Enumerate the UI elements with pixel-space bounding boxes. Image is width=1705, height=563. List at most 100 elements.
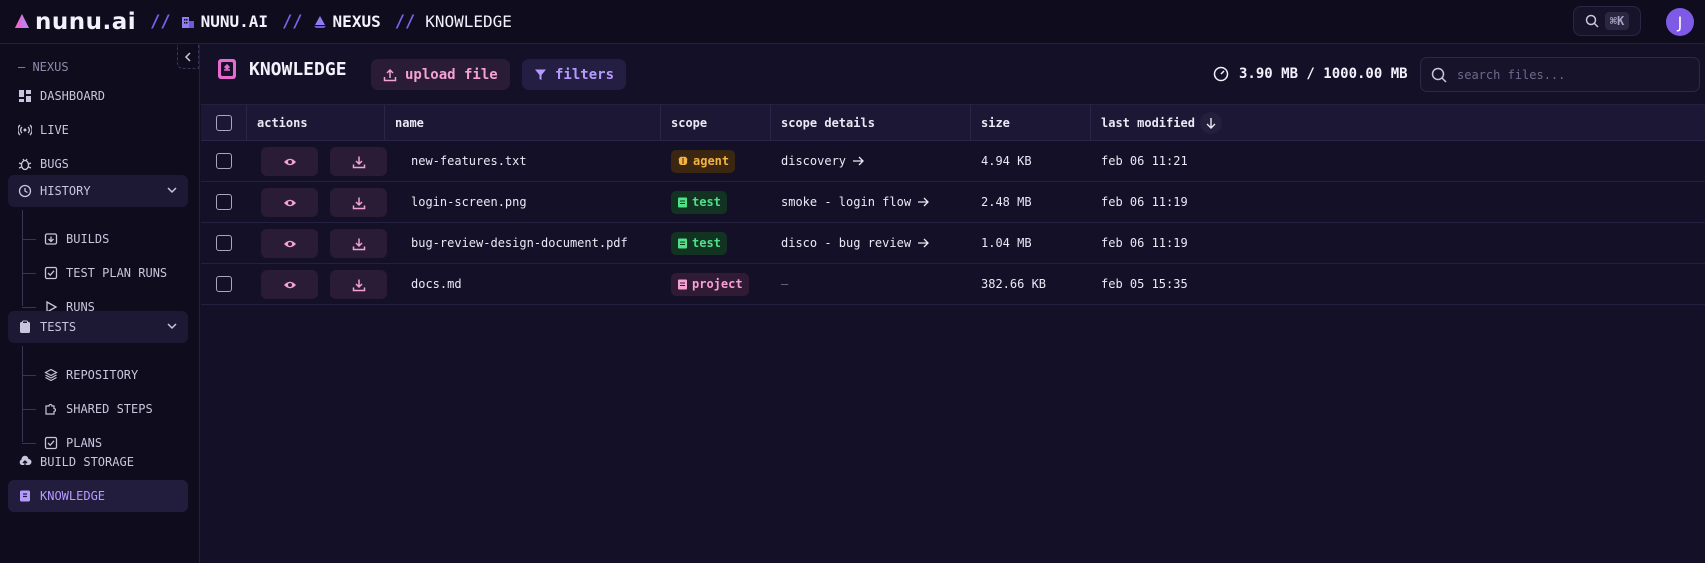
scope-badge: agent [671,149,736,173]
logo[interactable]: nunu.ai [14,9,136,35]
gauge-icon [1213,66,1229,82]
brain-icon [678,156,688,165]
download-file-button[interactable] [330,270,387,299]
table-row[interactable]: login-screen.png test smoke - login flow… [201,182,1705,223]
sidebar-item-dashboard[interactable]: DASHBOARD [8,80,188,112]
breadcrumb-project[interactable]: NEXUS [313,12,381,31]
clipboard-icon [678,279,687,290]
book-icon [20,490,30,502]
download-file-button[interactable] [330,188,387,217]
column-header-scope-details[interactable]: scope details [771,105,971,141]
column-header-actions: actions [247,105,385,141]
eye-icon [283,158,296,165]
column-header-last-modified[interactable]: last modified [1091,105,1231,141]
sidebar-item-test-plan-runs[interactable]: TEST PLAN RUNS [34,257,184,289]
sort-descending-button[interactable] [1199,112,1222,134]
scope-details-empty: — [781,277,789,291]
column-header-name[interactable]: name [385,105,661,141]
select-all-checkbox[interactable] [215,115,232,131]
global-search-button[interactable]: ⌘K [1573,6,1641,36]
checkbox-icon [44,266,58,280]
sidebar-section-label: — NEXUS [18,60,69,74]
scope-details-link[interactable]: smoke - login flow [781,182,929,222]
table-row[interactable]: bug-review-design-document.pdf test disc… [201,223,1705,264]
scope-cell: project [671,264,749,304]
file-name[interactable]: docs.md [411,264,462,304]
sidebar-item-build-storage[interactable]: BUILD STORAGE [8,446,188,478]
download-file-button[interactable] [330,229,387,258]
search-files-input[interactable] [1457,67,1677,82]
search-icon [1431,67,1447,83]
page-title: KNOWLEDGE [217,58,347,80]
sidebar-item-label: SHARED STEPS [66,402,153,416]
chevron-left-icon [184,51,191,62]
scope-badge-label: test [692,236,721,250]
column-header-size[interactable]: size [971,105,1091,141]
scope-details-link[interactable]: disco - bug review [781,223,929,263]
filters-button[interactable]: filters [522,59,627,90]
scope-badge-label: agent [693,154,730,168]
eye-icon [283,199,296,206]
files-table: actions name scope scope details size la… [201,104,1705,305]
row-select-cell [216,264,232,304]
row-checkbox[interactable] [216,194,232,210]
table-header: actions name scope scope details size la… [201,104,1705,141]
row-select-cell [216,141,232,181]
file-modified: feb 06 11:19 [1101,195,1188,209]
download-icon [352,197,365,209]
arrow-down-icon [1206,118,1216,129]
column-header-scope[interactable]: scope [661,105,771,141]
search-files-field[interactable] [1420,57,1700,92]
top-bar: nunu.ai // NUNU.AI // NEXUS // KNOWLEDGE… [0,0,1705,44]
breadcrumb-current: KNOWLEDGE [425,12,512,31]
view-file-button[interactable] [261,188,318,217]
row-checkbox[interactable] [216,276,232,292]
sidebar-group-history[interactable]: HISTORY [8,175,188,207]
breadcrumb-org[interactable]: NUNU.AI [181,12,268,31]
sidebar-item-repository[interactable]: REPOSITORY [34,359,184,391]
sidebar-item-knowledge[interactable]: KNOWLEDGE [8,480,188,512]
table-row[interactable]: docs.md project — 382.66 KB feb 05 15:35 [201,264,1705,305]
shortcut-hint: ⌘K [1604,12,1630,30]
view-file-button[interactable] [261,147,318,176]
sidebar-item-live[interactable]: LIVE [8,114,188,146]
file-size: 4.94 KB [981,154,1032,168]
view-file-button[interactable] [261,270,318,299]
broadcast-icon [18,124,32,136]
chevron-down-icon [167,323,177,330]
column-header-last-modified-label: last modified [1101,116,1195,130]
scope-badge-label: project [692,277,743,291]
eye-icon [283,281,296,288]
boat-icon [313,15,326,28]
bug-icon [18,158,32,171]
sidebar-item-label: BUGS [40,157,69,171]
arrow-right-icon [918,238,929,248]
row-checkbox[interactable] [216,153,232,169]
tree-line [22,346,23,442]
file-size: 1.04 MB [981,236,1032,250]
sidebar-item-label: BUILDS [66,232,110,246]
scope-details-link[interactable]: discovery [781,141,864,181]
chevron-down-icon [167,187,177,194]
clipboard-icon [678,238,687,249]
sidebar-item-shared-steps[interactable]: SHARED STEPS [34,393,184,425]
file-name[interactable]: new-features.txt [411,141,527,181]
sidebar-item-label: TESTS [40,320,77,334]
table-row[interactable]: new-features.txt agent discovery 4.94 KB… [201,141,1705,182]
row-checkbox[interactable] [216,235,232,251]
sidebar-item-builds[interactable]: BUILDS [34,223,184,255]
download-file-button[interactable] [330,147,387,176]
clipboard-icon [678,197,687,208]
upload-icon [383,68,397,81]
collapse-sidebar-button[interactable] [177,45,199,69]
arrow-right-icon [853,156,864,166]
sidebar-group-tests[interactable]: TESTS [8,311,188,343]
main-content: KNOWLEDGE upload file filters 3.90 MB / … [201,44,1705,563]
scope-cell: test [671,223,727,263]
file-name[interactable]: bug-review-design-document.pdf [411,223,628,263]
avatar[interactable]: J [1666,8,1694,36]
view-file-button[interactable] [261,229,318,258]
file-name[interactable]: login-screen.png [411,182,527,222]
scope-badge: test [671,190,727,214]
upload-file-button[interactable]: upload file [371,59,510,90]
